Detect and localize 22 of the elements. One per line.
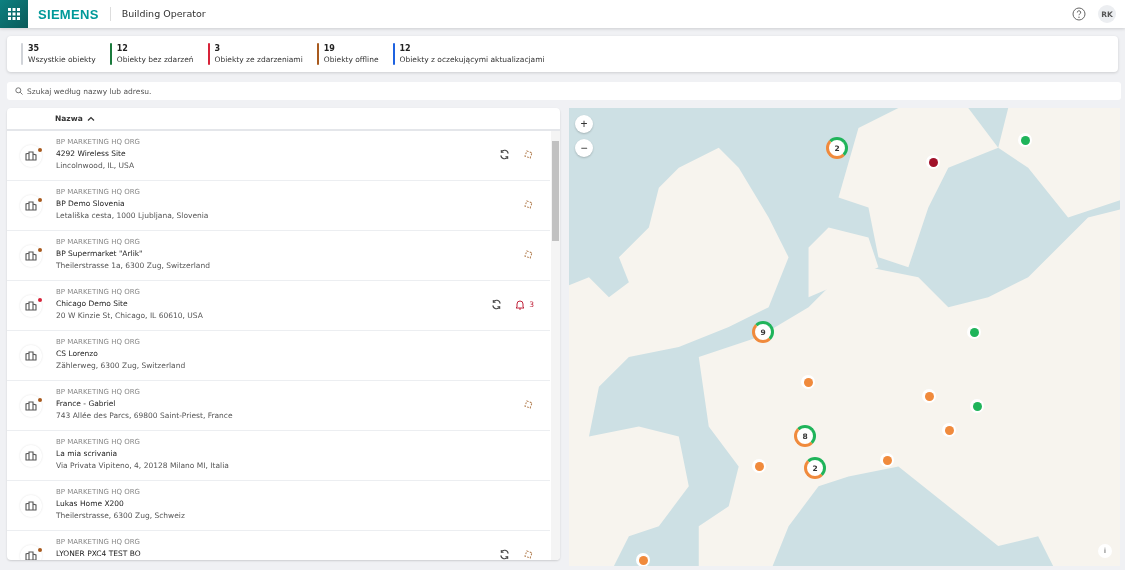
building-icon — [25, 351, 37, 361]
building-icon — [25, 401, 37, 411]
building-icon — [25, 501, 37, 511]
stat-count[interactable]: 12 — [116, 43, 194, 54]
search-icon — [15, 87, 23, 95]
building-icon — [25, 201, 37, 211]
logo: SIEMENS — [38, 6, 99, 22]
building-icon — [25, 451, 37, 461]
stat-count[interactable]: 12 — [399, 43, 545, 54]
grid-icon — [8, 8, 20, 20]
stat-count[interactable]: 35 — [28, 43, 96, 54]
app-title: Building Operator — [109, 7, 206, 21]
stat-count[interactable]: 19 — [323, 43, 379, 54]
sort-up-icon — [86, 116, 95, 121]
building-icon — [25, 301, 37, 311]
building-icon — [25, 551, 37, 560]
scrollbar[interactable] — [551, 131, 560, 560]
help-icon[interactable] — [1072, 7, 1086, 21]
apps-menu-button[interactable] — [0, 0, 28, 28]
building-icon — [25, 251, 37, 261]
stat-count[interactable]: 3 — [214, 43, 303, 54]
building-icon — [25, 151, 37, 161]
